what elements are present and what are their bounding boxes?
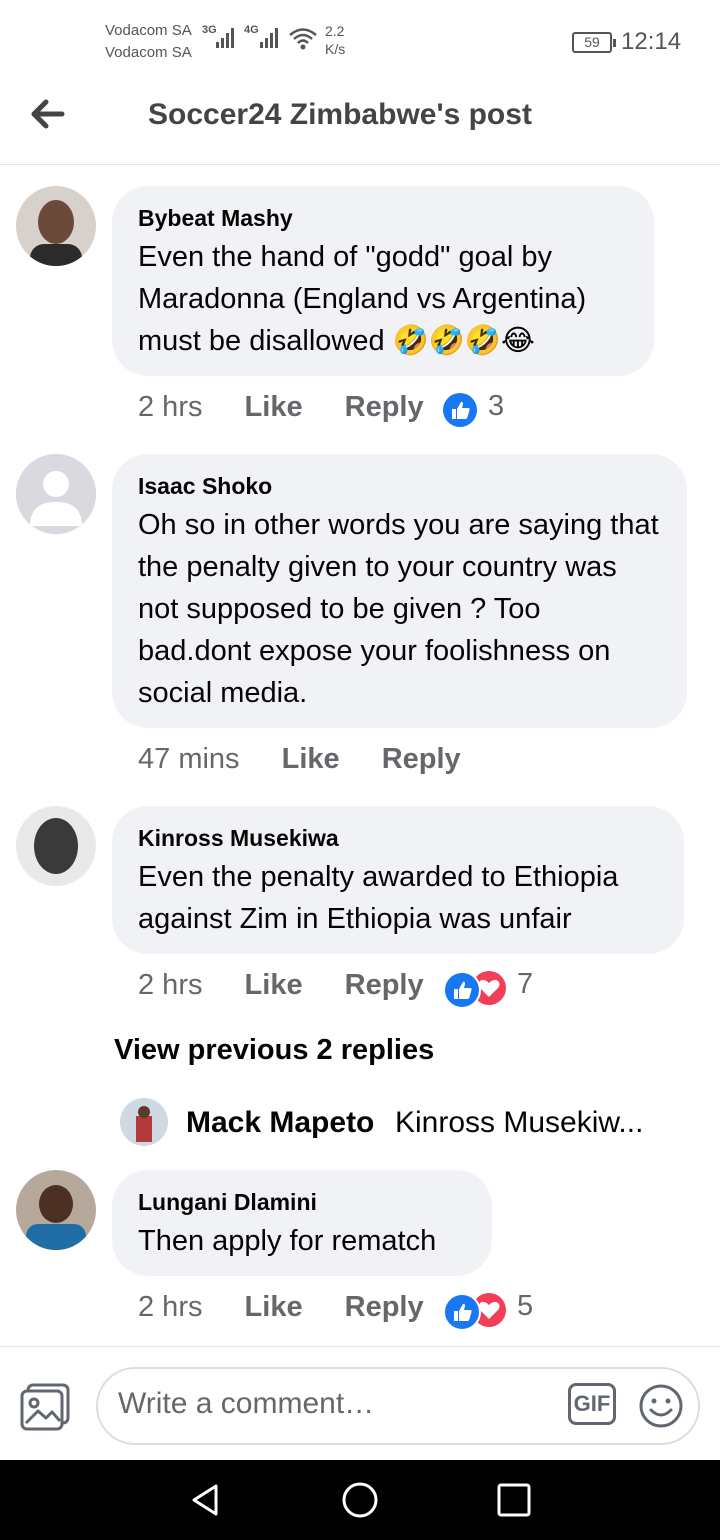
reaction-count[interactable]: 7 — [517, 968, 533, 1001]
back-triangle-icon[interactable] — [186, 1480, 226, 1520]
like-reaction-icon[interactable] — [443, 393, 477, 427]
comment-text: Then apply for rematch — [138, 1225, 437, 1257]
home-circle-icon[interactable] — [340, 1480, 380, 1520]
comment-bubble[interactable]: Kinross Musekiwa Even the penalty awarde… — [112, 806, 684, 954]
reply-button[interactable]: Reply — [345, 391, 424, 424]
status-bar: Vodacom SA Vodacom SA 3G 4G 2.2 K/s 59 1… — [0, 0, 720, 80]
like-reaction-icon[interactable] — [443, 1293, 481, 1331]
avatar[interactable] — [16, 806, 96, 886]
network-speed: 2.2 K/s — [325, 22, 345, 58]
reply-preview[interactable]: Mack Mapeto Kinross Musekiw... — [118, 1096, 678, 1152]
comment-actions: 47 mins Like Reply — [138, 742, 461, 776]
photo-icon[interactable] — [20, 1383, 72, 1431]
reply-button[interactable]: Reply — [345, 1291, 424, 1324]
recents-square-icon[interactable] — [494, 1480, 534, 1520]
arrow-left-icon[interactable] — [28, 96, 72, 136]
comment-input-placeholder: Write a comment… — [118, 1387, 375, 1420]
carrier-2: Vodacom SA — [105, 44, 192, 61]
commenter-name[interactable]: Isaac Shoko — [138, 472, 661, 500]
comment-bubble[interactable]: Lungani Dlamini Then apply for rematch — [112, 1170, 492, 1276]
like-button[interactable]: Like — [245, 969, 303, 1002]
signal-2-icon: 4G — [244, 24, 280, 55]
comment-actions: 2 hrs Like Reply — [138, 390, 424, 424]
network-type-1: 3G — [202, 24, 217, 36]
battery-icon: 59 — [572, 32, 616, 53]
comment-composer: Write a comment… GIF — [0, 1346, 720, 1461]
gif-button[interactable]: GIF — [568, 1383, 616, 1425]
page-title: Soccer24 Zimbabwe's post — [148, 98, 532, 131]
like-button[interactable]: Like — [282, 743, 340, 776]
avatar[interactable] — [16, 186, 96, 266]
wifi-icon — [288, 26, 318, 57]
avatar[interactable] — [16, 1170, 96, 1250]
carrier-names: Vodacom SA Vodacom SA — [105, 20, 192, 64]
carrier-1: Vodacom SA — [105, 22, 192, 39]
comment-actions: 2 hrs Like Reply — [138, 1290, 424, 1324]
avatar[interactable] — [16, 454, 96, 534]
reply-snippet: Kinross Musekiw... — [395, 1106, 644, 1139]
comment-input[interactable]: Write a comment… GIF — [96, 1367, 700, 1445]
comment-time[interactable]: 47 mins — [138, 743, 240, 776]
network-type-2: 4G — [244, 24, 259, 36]
like-button[interactable]: Like — [245, 1291, 303, 1324]
comment-actions: 2 hrs Like Reply — [138, 968, 424, 1002]
comment-text: Even the hand of "godd" goal by Maradonn… — [138, 241, 587, 357]
app-header: Soccer24 Zimbabwe's post — [0, 80, 720, 165]
clock: 12:14 — [621, 28, 682, 55]
comment-text: Even the penalty awarded to Ethiopia aga… — [138, 861, 619, 935]
reply-author-name[interactable]: Mack Mapeto — [186, 1106, 374, 1140]
reply-button[interactable]: Reply — [345, 969, 424, 1002]
emoji-icon[interactable] — [638, 1383, 684, 1429]
reaction-count[interactable]: 3 — [488, 390, 504, 423]
reaction-count[interactable]: 5 — [517, 1290, 533, 1323]
speed-value: 2.2 — [325, 23, 345, 39]
reply-button[interactable]: Reply — [382, 743, 461, 776]
commenter-name[interactable]: Lungani Dlamini — [138, 1188, 466, 1216]
battery-level: 59 — [584, 34, 600, 50]
system-nav-bar — [0, 1460, 720, 1540]
commenter-name[interactable]: Bybeat Mashy — [138, 204, 628, 232]
comment-bubble[interactable]: Bybeat Mashy Even the hand of "godd" goa… — [112, 186, 654, 376]
comment-bubble[interactable]: Isaac Shoko Oh so in other words you are… — [112, 454, 687, 728]
speed-unit: K/s — [325, 41, 346, 57]
comment-time[interactable]: 2 hrs — [138, 1291, 202, 1324]
commenter-name[interactable]: Kinross Musekiwa — [138, 824, 658, 852]
like-reaction-icon[interactable] — [443, 971, 481, 1009]
view-previous-replies-link[interactable]: View previous 2 replies — [114, 1034, 434, 1067]
avatar[interactable] — [120, 1098, 168, 1146]
like-button[interactable]: Like — [245, 391, 303, 424]
signal-1-icon: 3G — [202, 24, 236, 55]
comment-text: Oh so in other words you are saying that… — [138, 509, 659, 709]
comment-time[interactable]: 2 hrs — [138, 391, 202, 424]
comment-time[interactable]: 2 hrs — [138, 969, 202, 1002]
